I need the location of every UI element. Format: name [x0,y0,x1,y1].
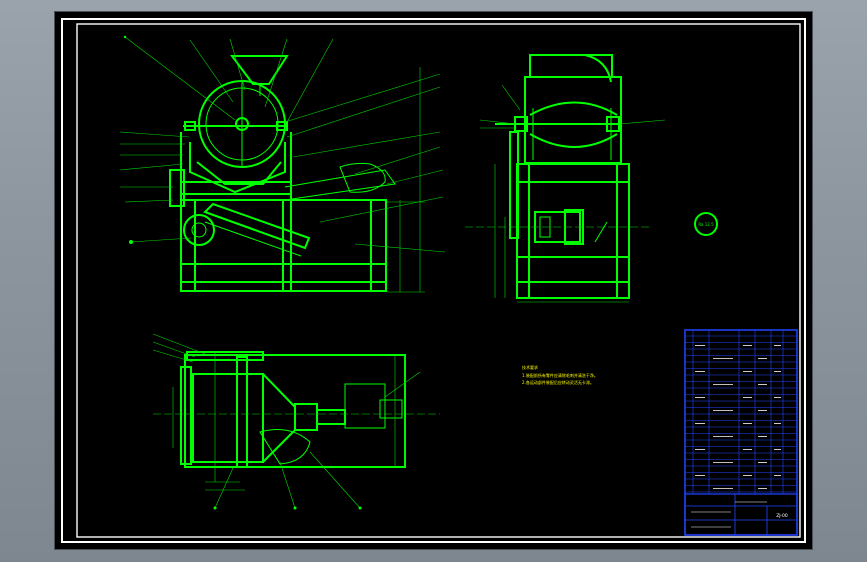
motor-pulley [183,214,215,246]
tech-req-line-1: 1.装配前所有零件应清除毛刺并清洗干净。 [522,372,598,378]
top-view [152,333,440,510]
roughness-text: Ra 12.5 [698,222,714,227]
tech-req-heading: 技术要求 [522,364,538,370]
top-drum-outline [192,373,264,463]
front-view [119,35,446,293]
drawing-number: ZJ-00 [776,513,788,519]
outer-border [61,18,806,543]
technical-requirements: 技术要求 1.装配前所有零件应清除毛刺并清洗干净。 2.各运动部件装配后应转动灵… [522,364,598,385]
cad-viewport[interactable]: Ra 12.5 技术要求 1.装配前所有零件应清除毛刺并清洗干净。 2.各运动部… [55,12,812,549]
side-view [465,54,666,303]
title-block: ZJ-00 [684,329,798,536]
feed-hopper [230,55,289,85]
side-hopper [529,54,613,78]
engineering-drawing: Ra 12.5 技术要求 1.装配前所有零件应清除毛刺并清洗干净。 2.各运动部… [61,18,806,543]
tech-req-line-2: 2.各运动部件装配后应转动灵活无卡滞。 [522,379,594,385]
screen-chute [203,202,311,250]
side-frame [516,163,630,299]
fan-housing [339,162,386,193]
roughness-symbol: Ra 12.5 [694,212,718,236]
